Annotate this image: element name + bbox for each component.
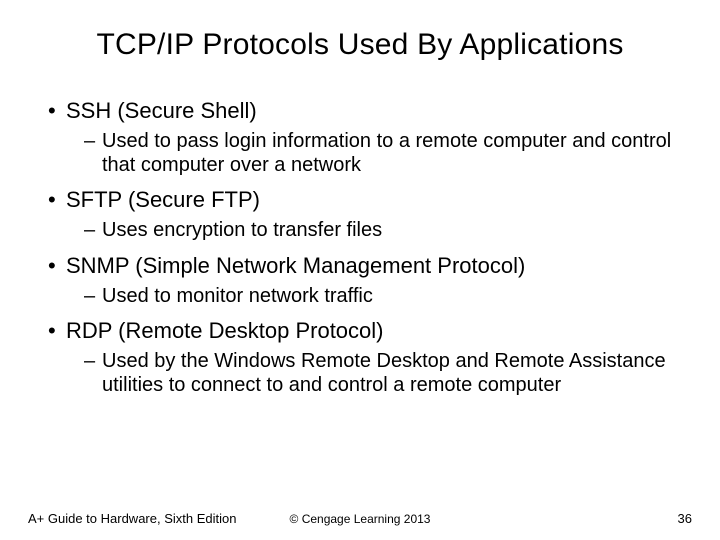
bullet-item: SNMP (Simple Network Management Protocol… <box>48 253 686 279</box>
footer-copyright: © Cengage Learning 2013 <box>290 512 431 526</box>
slide-number: 36 <box>678 511 692 526</box>
bullet-item: SSH (Secure Shell) <box>48 98 686 124</box>
slide-footer: A+ Guide to Hardware, Sixth Edition © Ce… <box>0 511 720 526</box>
sub-bullet-item: Used by the Windows Remote Desktop and R… <box>48 350 686 397</box>
bullet-item: SFTP (Secure FTP) <box>48 187 686 213</box>
slide-body: SSH (Secure Shell) Used to pass login in… <box>34 98 686 398</box>
sub-bullet-item: Used to pass login information to a remo… <box>48 130 686 177</box>
footer-left-text: A+ Guide to Hardware, Sixth Edition <box>28 511 236 526</box>
sub-bullet-item: Uses encryption to transfer files <box>48 219 686 243</box>
bullet-item: RDP (Remote Desktop Protocol) <box>48 318 686 344</box>
slide-title: TCP/IP Protocols Used By Applications <box>34 28 686 62</box>
sub-bullet-item: Used to monitor network traffic <box>48 285 686 309</box>
